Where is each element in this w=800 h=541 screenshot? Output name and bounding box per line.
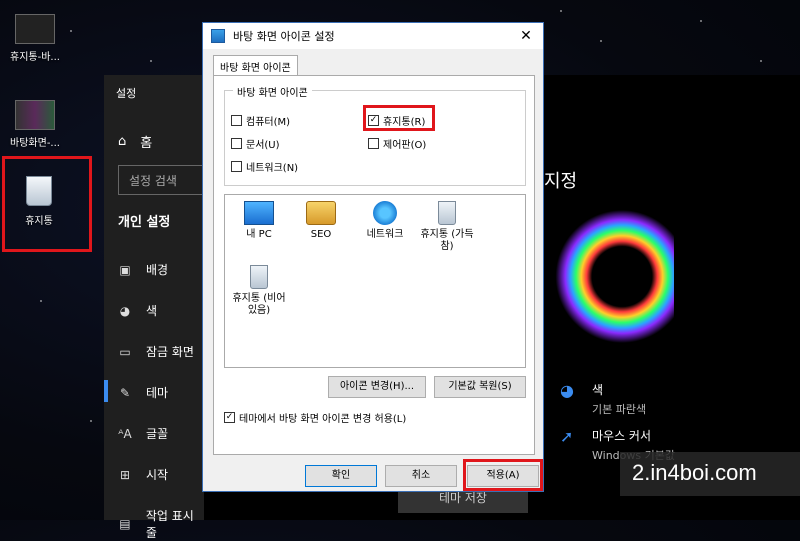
lock-screen-icon: ▭ bbox=[119, 344, 131, 359]
user-folder-icon bbox=[306, 201, 336, 225]
highlight-box bbox=[363, 105, 435, 131]
cancel-button[interactable]: 취소 bbox=[385, 465, 457, 487]
list-item[interactable]: 휴지통 (가득 참) bbox=[417, 201, 477, 253]
settings-sidebar: 설정 ⌂ 홈 설정 검색 개인 설정 ▣ 배경 ◕ 색 ▭ 잠금 화면 ✎ 테마 ᴬA 글… bbox=[104, 75, 208, 540]
option-color[interactable]: ◕ 색기본 파란색 bbox=[560, 381, 646, 417]
list-item[interactable]: 내 PC bbox=[229, 201, 289, 241]
ok-button[interactable]: 확인 bbox=[305, 465, 377, 487]
font-icon: ᴬA bbox=[118, 426, 132, 441]
checkbox-box bbox=[368, 138, 379, 149]
section-title: 개인 설정 bbox=[118, 215, 171, 230]
list-item-label: 내 PC bbox=[246, 229, 272, 240]
tab-desktop-icons[interactable]: 바탕 화면 아이콘 bbox=[213, 55, 298, 77]
close-icon[interactable]: ✕ bbox=[509, 28, 543, 44]
start-icon: ⊞ bbox=[119, 467, 131, 482]
checkbox-allow-themes[interactable]: ✓ 테마에서 바탕 화면 아이콘 변경 허용(L) bbox=[224, 410, 406, 425]
list-item-label: 네트워크 bbox=[366, 229, 404, 240]
change-icon-button[interactable]: 아이콘 변경(H)... bbox=[328, 376, 426, 398]
image-icon: ▣ bbox=[119, 262, 131, 277]
settings-title: 설정 bbox=[116, 87, 137, 100]
cursor-icon: ➚ bbox=[560, 427, 574, 446]
list-item[interactable]: 네트워크 bbox=[355, 201, 415, 241]
nav-item-themes[interactable]: ✎ 테마 bbox=[118, 384, 168, 401]
group-label: 바탕 화면 아이콘 bbox=[233, 84, 312, 99]
list-item[interactable]: SEO bbox=[291, 201, 351, 241]
option-subtitle: 기본 파란색 bbox=[592, 403, 647, 416]
desktop-icon-label: 바탕화면-... bbox=[10, 138, 60, 149]
home-icon: ⌂ bbox=[118, 134, 127, 149]
dialog-icon bbox=[211, 29, 225, 43]
desktop-icons-group: 바탕 화면 아이콘 컴퓨터(M) ✓ 휴지통(R) 문서(U) 제어판(O) 네트… bbox=[224, 84, 526, 186]
nav-item-color[interactable]: ◕ 색 bbox=[118, 302, 157, 319]
dialog-title: 바탕 화면 아이콘 설정 bbox=[233, 30, 335, 43]
taskbar-icon: ▤ bbox=[119, 517, 131, 531]
pc-icon bbox=[244, 201, 274, 225]
nav-item-lock-screen[interactable]: ▭ 잠금 화면 bbox=[118, 343, 194, 360]
list-item-label: 휴지통 (가득 참) bbox=[420, 229, 474, 252]
theme-preview-image bbox=[544, 203, 674, 350]
checkbox-computer[interactable]: 컴퓨터(M) bbox=[231, 113, 290, 128]
checkbox-label: 네트워크(N) bbox=[246, 163, 299, 174]
recycle-bin-full-icon bbox=[438, 201, 456, 225]
nav-item-start[interactable]: ⊞ 시작 bbox=[118, 466, 168, 483]
palette-icon: ◕ bbox=[119, 303, 131, 318]
checkbox-box bbox=[231, 138, 242, 149]
nav-label: 시작 bbox=[146, 468, 169, 482]
nav-home[interactable]: ⌂ 홈 bbox=[118, 132, 152, 151]
active-indicator bbox=[104, 380, 108, 402]
checkbox-label: 문서(U) bbox=[246, 140, 280, 151]
checkbox-box bbox=[231, 161, 242, 172]
checkbox-label: 컴퓨터(M) bbox=[246, 117, 291, 128]
tab-strip: 바탕 화면 아이콘 bbox=[213, 55, 298, 77]
desktop-icon-label: 휴지통-바... bbox=[10, 52, 60, 63]
list-item[interactable]: 휴지통 (비어 있음) bbox=[229, 265, 289, 317]
checkbox-label: 제어판(O) bbox=[383, 140, 427, 151]
icon-list[interactable]: 내 PC SEO 네트워크 휴지통 (가득 참) 휴지통 (비어 있음) bbox=[224, 194, 526, 368]
theme-icon: ✎ bbox=[119, 385, 131, 400]
checkbox-control-panel[interactable]: 제어판(O) bbox=[368, 136, 426, 151]
network-icon bbox=[373, 201, 397, 225]
list-item-label: 휴지통 (비어 있음) bbox=[232, 293, 286, 316]
recycle-bin-empty-icon bbox=[250, 265, 268, 289]
nav-label: 잠금 화면 bbox=[146, 345, 194, 359]
nav-home-label: 홈 bbox=[140, 136, 153, 151]
option-title: 색 bbox=[592, 383, 604, 397]
nav-label: 글꼴 bbox=[146, 427, 169, 441]
desktop-icon-wallpaper-shortcut[interactable]: 바탕화면-... bbox=[0, 100, 70, 149]
option-title: 마우스 커서 bbox=[592, 429, 652, 443]
restore-default-button[interactable]: 기본값 복원(S) bbox=[434, 376, 526, 398]
dialog-titlebar[interactable]: 바탕 화면 아이콘 설정 ✕ bbox=[203, 23, 543, 49]
wallpaper-thumbnail-icon bbox=[15, 100, 55, 130]
nav-item-background[interactable]: ▣ 배경 bbox=[118, 261, 168, 278]
nav-item-taskbar[interactable]: ▤ 작업 표시줄 bbox=[118, 507, 204, 541]
checkmark-icon: ✓ bbox=[224, 412, 235, 423]
checkbox-documents[interactable]: 문서(U) bbox=[231, 136, 280, 151]
highlight-box bbox=[2, 156, 92, 252]
checkbox-label: 테마에서 바탕 화면 아이콘 변경 허용(L) bbox=[239, 414, 407, 425]
desktop-icon-recycle-bin-shortcut[interactable]: 휴지통-바... bbox=[0, 14, 70, 63]
checkbox-network[interactable]: 네트워크(N) bbox=[231, 159, 298, 174]
nav-label: 색 bbox=[146, 304, 158, 318]
list-item-label: SEO bbox=[310, 229, 332, 240]
palette-icon: ◕ bbox=[560, 381, 574, 400]
watermark: 2.in4boi.com bbox=[620, 452, 800, 496]
tab-panel: 바탕 화면 아이콘 컴퓨터(M) ✓ 휴지통(R) 문서(U) 제어판(O) 네트… bbox=[213, 75, 535, 455]
nav-label: 작업 표시줄 bbox=[145, 509, 194, 540]
nav-item-fonts[interactable]: ᴬA 글꼴 bbox=[118, 425, 168, 442]
checkbox-box bbox=[231, 115, 242, 126]
desktop-icon-settings-dialog: 바탕 화면 아이콘 설정 ✕ 바탕 화면 아이콘 바탕 화면 아이콘 컴퓨터(M… bbox=[202, 22, 544, 492]
settings-search-input[interactable]: 설정 검색 bbox=[118, 165, 208, 195]
nav-label: 배경 bbox=[146, 263, 169, 277]
screenshot-thumbnail-icon bbox=[15, 14, 55, 44]
nav-label: 테마 bbox=[146, 386, 169, 400]
page-heading: 지정 bbox=[544, 171, 578, 192]
highlight-box bbox=[463, 459, 543, 491]
